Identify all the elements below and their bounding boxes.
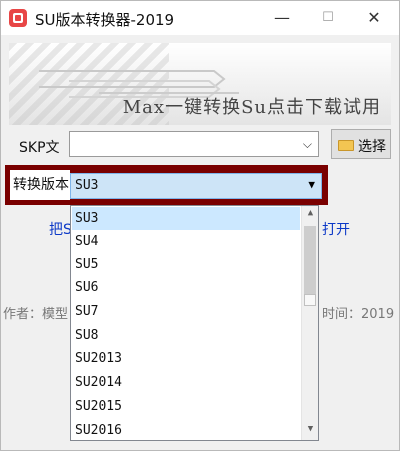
author-text: 作者：模型 — [3, 307, 69, 322]
folder-icon — [338, 140, 354, 151]
app-window: SU版本转换器-2019 — ☐ ✕ Max一键转换Su点击下载试用 SKP文 … — [0, 0, 400, 451]
dropdown-item[interactable]: SU7 — [72, 300, 300, 323]
dropdown-item[interactable]: SU5 — [72, 253, 300, 276]
maximize-button[interactable]: ☐ — [305, 1, 351, 35]
promo-banner[interactable]: Max一键转换Su点击下载试用 — [9, 43, 391, 125]
title-bar[interactable]: SU版本转换器-2019 — ☐ ✕ — [1, 1, 399, 35]
scrollbar-thumb[interactable] — [304, 294, 316, 306]
dropdown-item[interactable]: SU8 — [72, 324, 300, 347]
date-text: 时间：2019 — [322, 307, 395, 322]
banner-text: Max一键转换Su点击下载试用 — [122, 97, 381, 118]
dropdown-item[interactable]: SU4 — [72, 230, 300, 253]
version-select[interactable]: SU3 ▼ — [70, 173, 322, 199]
dropdown-item[interactable]: SU3 — [72, 207, 300, 230]
scrollbar-track[interactable] — [304, 226, 316, 300]
scroll-down-icon[interactable]: ▼ — [304, 424, 317, 438]
dropdown-item[interactable]: SU2015 — [72, 395, 300, 418]
skp-file-label: SKP文 — [19, 140, 60, 156]
convert-link[interactable]: 把S — [49, 219, 72, 239]
version-selected-value: SU3 — [75, 178, 99, 193]
minimize-button[interactable]: — — [259, 1, 305, 35]
choose-file-label: 选择 — [358, 139, 386, 155]
scroll-up-icon[interactable]: ▲ — [304, 208, 317, 222]
version-label: 转换版本 — [10, 170, 70, 200]
dropdown-item[interactable]: SU6 — [72, 276, 300, 299]
caret-down-icon[interactable]: ▼ — [308, 178, 315, 191]
dropdown-item[interactable]: SU2014 — [72, 371, 300, 394]
version-dropdown-list[interactable]: SU3 SU4 SU5 SU6 SU7 SU8 SU2013 SU2014 SU… — [70, 205, 319, 441]
app-icon — [9, 9, 27, 27]
dropdown-item[interactable]: SU2016 — [72, 419, 300, 440]
open-link[interactable]: 打开 — [322, 219, 350, 239]
choose-file-button[interactable]: 选择 — [331, 129, 391, 159]
close-button[interactable]: ✕ — [351, 1, 397, 35]
skp-file-combo[interactable]: ⌵ — [69, 131, 319, 157]
window-title: SU版本转换器-2019 — [35, 11, 175, 29]
dropdown-scrollbar[interactable]: ▲ ▼ — [301, 206, 318, 440]
chevron-down-icon[interactable]: ⌵ — [303, 137, 312, 152]
dropdown-item[interactable]: SU2013 — [72, 347, 300, 370]
